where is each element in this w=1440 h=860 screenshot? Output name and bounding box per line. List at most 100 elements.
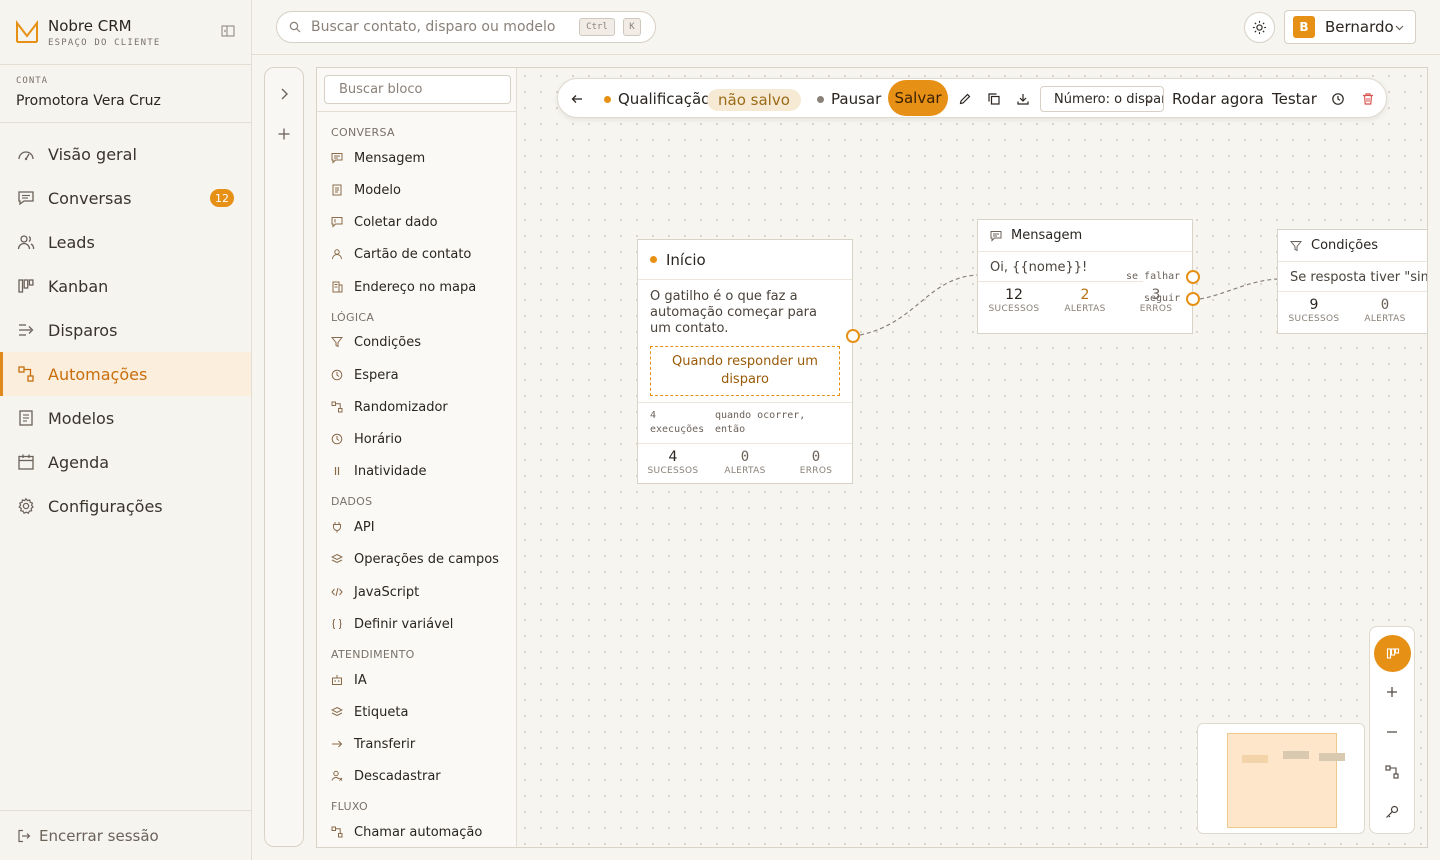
palette-item-javascript[interactable]: JavaScript xyxy=(331,582,419,602)
brand: Nobre CRM ESPAÇO DO CLIENTE xyxy=(0,0,251,65)
nav-item-kanban[interactable]: Kanban xyxy=(0,264,251,308)
test-button[interactable]: Testar xyxy=(1272,79,1317,119)
logout-icon xyxy=(18,829,31,842)
delete-button[interactable] xyxy=(1361,79,1375,119)
nav-item-conversas[interactable]: Conversas 12 xyxy=(0,176,251,220)
palette-item-operacoes-de-campos[interactable]: Operações de campos xyxy=(331,549,499,569)
palette-item-espera[interactable]: Espera xyxy=(331,365,399,385)
back-button[interactable] xyxy=(570,79,584,119)
palette-item-label: Etiqueta xyxy=(354,704,409,720)
add-block-plus-icon[interactable] xyxy=(275,125,293,143)
node-message-fail-port[interactable] xyxy=(1186,270,1200,284)
palette-item-label: JavaScript xyxy=(354,584,420,600)
chevron-down-icon xyxy=(1145,98,1153,103)
node-start-divider xyxy=(638,402,852,403)
pause-icon xyxy=(334,467,340,475)
nav-item-disparos[interactable]: Disparos xyxy=(0,308,251,352)
node-start-output-port[interactable] xyxy=(846,329,860,343)
zoom-in-icon[interactable] xyxy=(1383,683,1401,701)
logout-button[interactable]: Encerrar sessão xyxy=(0,810,251,860)
palette-item-randomizador[interactable]: Randomizador xyxy=(331,397,448,417)
minimap-node-start xyxy=(1242,755,1268,763)
minimap[interactable] xyxy=(1197,723,1365,834)
node-conditions-header: Condições xyxy=(1278,230,1427,262)
kanban-icon xyxy=(18,279,34,293)
save-button[interactable]: Salvar xyxy=(888,80,948,116)
theme-toggle-button[interactable] xyxy=(1244,12,1275,43)
node-start-header: Início xyxy=(638,240,852,280)
palette-item-mensagem[interactable]: Mensagem xyxy=(331,148,425,168)
export-button[interactable] xyxy=(1016,79,1030,119)
connection-message-to-conditions xyxy=(1199,278,1278,300)
palette-item-condicoes[interactable]: Condições xyxy=(331,332,421,352)
flow-canvas[interactable]: Qualificação não salvo Pausar Salvar Núm… xyxy=(517,67,1428,848)
nav-item-automacoes[interactable]: Automações xyxy=(0,352,251,396)
node-conditions-text: Se resposta tiver "sim" xyxy=(1290,270,1428,285)
flow-name[interactable]: Qualificação xyxy=(604,79,710,119)
call-flow-icon xyxy=(331,826,343,838)
palette-item-transferir[interactable]: Transferir xyxy=(331,734,415,754)
global-search-input[interactable]: Buscar contato, disparo ou modelo Ctrl K xyxy=(276,11,656,43)
account-switcher[interactable]: CONTA Promotora Vera Cruz xyxy=(0,65,251,123)
auto-layout-icon[interactable] xyxy=(1383,763,1401,781)
expand-panel-chevron-icon[interactable] xyxy=(275,85,293,103)
duplicate-button[interactable] xyxy=(987,79,1001,119)
trigger-select-button[interactable]: Quando responder um disparo xyxy=(650,346,840,396)
nav-item-agenda[interactable]: Agenda xyxy=(0,440,251,484)
palette-item-modelo[interactable]: Modelo xyxy=(331,180,401,200)
nav-item-configuracoes[interactable]: Configurações xyxy=(0,484,251,528)
pause-button[interactable]: Pausar xyxy=(817,79,881,119)
status-dot-active xyxy=(604,95,611,103)
rename-button[interactable] xyxy=(958,79,972,119)
nav-item-visao-geral[interactable]: Visão geral xyxy=(0,132,251,176)
node-conditions-title: Condições xyxy=(1311,238,1379,253)
palette-item-api[interactable]: API xyxy=(331,517,375,537)
palette-item-coletar-dado[interactable]: Coletar dado xyxy=(331,212,438,232)
palette-item-label: Operações de campos xyxy=(354,551,499,567)
node-start[interactable]: Início O gatilho é o que faz a automação… xyxy=(637,239,860,484)
nav-item-leads[interactable]: Leads xyxy=(0,220,251,264)
number-select[interactable]: Número: o disparo xyxy=(1040,86,1164,112)
clock-icon xyxy=(331,369,343,381)
node-message-title: Mensagem xyxy=(1011,228,1083,243)
palette-item-horario[interactable]: Horário xyxy=(331,429,402,449)
layout-mode-button[interactable] xyxy=(1374,635,1411,672)
chevron-down-icon xyxy=(1395,25,1404,31)
palette-item-inatividade[interactable]: Inatividade xyxy=(331,461,427,481)
palette-item-chamar-automacao[interactable]: Chamar automação xyxy=(331,822,482,842)
schedule-clock-icon xyxy=(331,433,343,445)
unsaved-badge: não salvo xyxy=(707,89,801,111)
node-conditions-stats: 9 SUCESSOS 0 ALERTAS xyxy=(1278,291,1427,331)
gear-icon xyxy=(18,497,34,515)
run-now-button[interactable]: Rodar agora xyxy=(1172,79,1264,119)
node-conditions[interactable]: Condições Se resposta tiver "sim" 9 SUCES… xyxy=(1277,229,1428,334)
palette-section-title: FLUXO xyxy=(331,800,368,813)
collapse-sidebar-icon[interactable] xyxy=(221,24,235,38)
user-menu-button[interactable]: B Bernardo xyxy=(1284,10,1416,44)
block-palette: Buscar bloco CONVERSA Mensagem Modelo Co… xyxy=(316,67,517,848)
key-icon[interactable] xyxy=(1383,803,1401,821)
palette-item-etiqueta[interactable]: Etiqueta xyxy=(331,702,408,722)
minimap-node-conditions xyxy=(1319,753,1345,761)
node-message-next-port[interactable] xyxy=(1186,292,1200,306)
palette-item-descadastrar[interactable]: Descadastrar xyxy=(331,766,441,786)
node-message[interactable]: Mensagem Oi, {{nome}}! se falhar seguir … xyxy=(977,219,1200,334)
nav-item-label: Configurações xyxy=(48,496,163,516)
node-start-title: Início xyxy=(666,250,706,269)
zoom-out-icon[interactable] xyxy=(1383,723,1401,741)
user-name: Bernardo xyxy=(1325,18,1394,36)
nav-item-modelos[interactable]: Modelos xyxy=(0,396,251,440)
block-search-input[interactable]: Buscar bloco xyxy=(324,75,511,104)
minimap-viewport[interactable] xyxy=(1227,733,1337,828)
stat-alerts: 2 ALERTAS xyxy=(1064,287,1106,314)
nav-item-label: Modelos xyxy=(48,408,115,428)
palette-item-endereco-no-mapa[interactable]: Endereço no mapa xyxy=(331,277,476,297)
node-start-exec-count: 4 execuções xyxy=(650,410,705,435)
dashboard-icon xyxy=(18,151,34,161)
palette-item-ia[interactable]: IA xyxy=(331,670,367,690)
palette-item-definir-variavel[interactable]: Definir variável xyxy=(331,614,453,634)
palette-item-cartao-de-contato[interactable]: Cartão de contato xyxy=(331,244,471,264)
history-button[interactable] xyxy=(1331,79,1345,119)
stat-alerts: 0 ALERTAS xyxy=(1364,297,1406,324)
palette-item-label: Modelo xyxy=(354,182,401,198)
